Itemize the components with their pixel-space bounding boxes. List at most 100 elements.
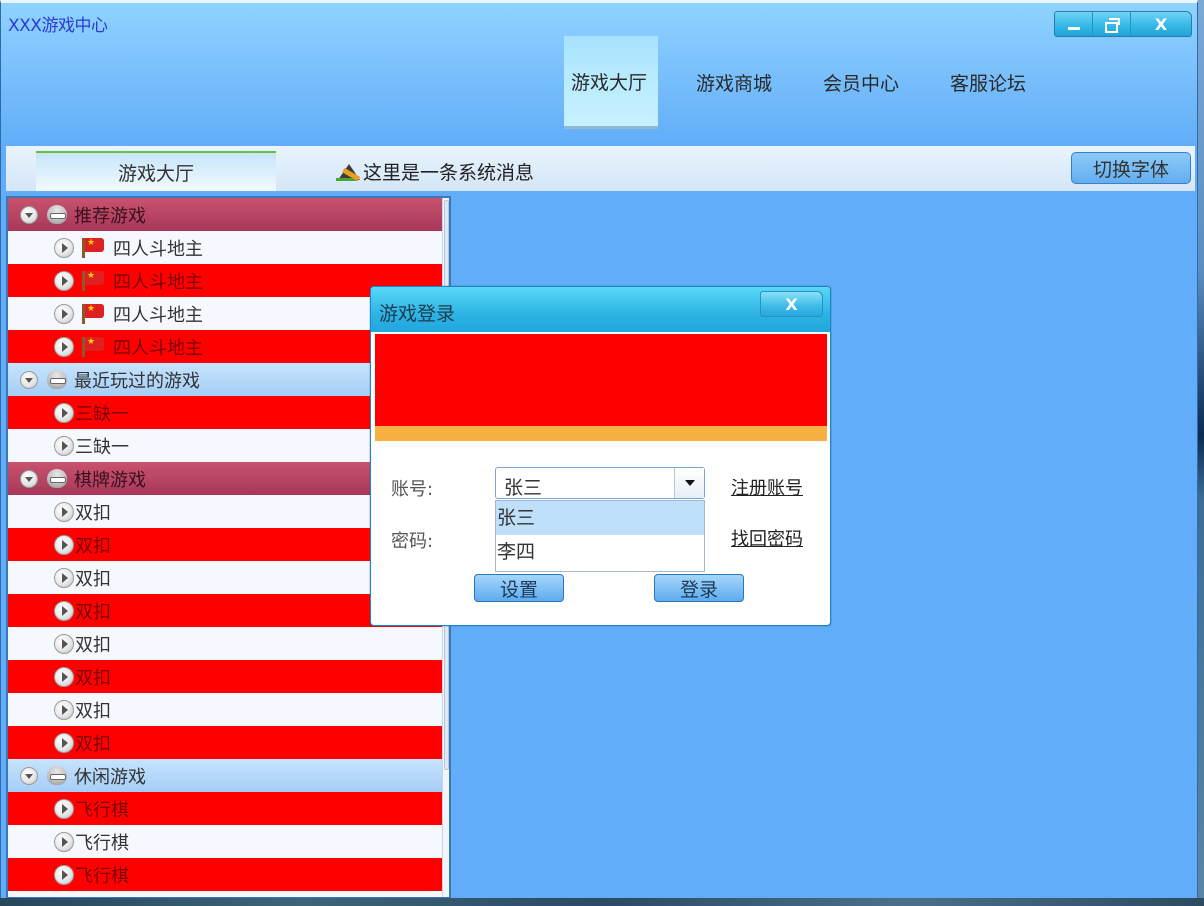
window-controls: X: [1054, 11, 1192, 37]
main-nav: 游戏大厅 游戏商城 会员中心 客服论坛: [564, 36, 1069, 129]
game-item[interactable]: 飞行棋: [8, 792, 442, 825]
flag-icon: [81, 237, 104, 258]
system-message-text: 这里是一条系统消息: [363, 162, 535, 184]
game-item[interactable]: 四人斗地主: [8, 231, 442, 264]
account-label: 账号:: [391, 479, 434, 500]
play-icon[interactable]: [54, 237, 74, 258]
dialog-title: 游戏登录: [379, 303, 456, 325]
dialog-banner: [375, 334, 827, 426]
play-icon[interactable]: [54, 600, 74, 621]
game-item-label: 四人斗地主: [113, 337, 203, 359]
settings-button[interactable]: 设置: [474, 574, 564, 602]
game-item-label: 三缺一: [75, 403, 129, 425]
game-item-label: 飞行棋: [75, 799, 129, 821]
login-dialog: 游戏登录 X 账号: 密码: 张三 张三 李四 注册账号 找回密码 设置 登录: [370, 286, 831, 626]
tree-group-label: 棋牌游戏: [74, 469, 146, 491]
password-label: 密码:: [391, 531, 434, 552]
play-icon[interactable]: [54, 435, 74, 456]
toolbar: 游戏大厅 这里是一条系统消息 切换字体: [6, 146, 1195, 191]
app-title: XXX游戏中心: [8, 16, 108, 36]
game-item-label: 双扣: [75, 601, 111, 623]
tree-group[interactable]: 推荐游戏: [8, 198, 442, 231]
play-icon[interactable]: [54, 336, 74, 357]
game-item-label: 双扣: [75, 733, 111, 755]
dialog-banner-strip: [375, 426, 827, 441]
game-item-label: 双扣: [75, 502, 111, 524]
play-icon[interactable]: [54, 501, 74, 522]
app-window: XXX游戏中心 X 游戏大厅 游戏商城 会员中心 客服论坛 游戏大厅 这里是一条系统消…: [0, 0, 1198, 902]
flag-icon: [81, 303, 104, 324]
game-item-label: 双扣: [75, 667, 111, 689]
flag-icon: [81, 270, 104, 291]
dialog-titlebar[interactable]: 游戏登录 X: [371, 287, 830, 332]
game-item-label: 三缺一: [75, 436, 129, 458]
game-item-label: 四人斗地主: [113, 238, 203, 260]
game-item[interactable]: 飞行棋: [8, 825, 442, 858]
login-button[interactable]: 登录: [654, 574, 744, 602]
close-icon: X: [785, 294, 798, 314]
play-icon[interactable]: [54, 798, 74, 819]
minimize-button[interactable]: [1055, 12, 1093, 36]
play-icon[interactable]: [54, 864, 74, 885]
dropdown-arrow-icon[interactable]: [674, 468, 704, 498]
play-icon[interactable]: [54, 567, 74, 588]
game-item-label: 双扣: [75, 568, 111, 590]
game-item[interactable]: 双扣: [8, 726, 442, 759]
dialog-close-button[interactable]: X: [760, 291, 823, 317]
switch-font-button[interactable]: 切换字体: [1071, 152, 1191, 184]
play-icon[interactable]: [54, 303, 74, 324]
play-icon[interactable]: [54, 831, 74, 852]
nav-item-1[interactable]: 游戏商城: [688, 36, 815, 129]
desktop-edge: [1198, 0, 1204, 906]
tree-group-label: 推荐游戏: [74, 205, 146, 227]
tree-group-label: 休闲游戏: [74, 766, 146, 788]
minimize-icon: [1067, 26, 1080, 30]
game-item-label: 飞行棋: [75, 865, 129, 887]
tab-game-lobby[interactable]: 游戏大厅: [36, 151, 276, 191]
game-item-label: 四人斗地主: [113, 271, 203, 293]
collapse-toggle-icon[interactable]: [20, 469, 38, 488]
game-item[interactable]: 飞行棋: [8, 858, 442, 891]
play-icon[interactable]: [54, 633, 74, 654]
restore-button[interactable]: [1093, 12, 1131, 36]
game-item-label: 双扣: [75, 634, 111, 656]
mascot-icon: [46, 468, 68, 489]
collapse-toggle-icon[interactable]: [20, 370, 38, 389]
dropdown-option[interactable]: 张三: [496, 501, 704, 535]
play-icon[interactable]: [54, 666, 74, 687]
flag-icon: [81, 336, 104, 357]
nav-item-0[interactable]: 游戏大厅: [564, 36, 658, 129]
game-item[interactable]: 双扣: [8, 660, 442, 693]
play-icon[interactable]: [54, 699, 74, 720]
game-item-label: 双扣: [75, 535, 111, 557]
tree-group[interactable]: 休闲游戏: [8, 759, 442, 792]
account-value[interactable]: 张三: [504, 473, 542, 500]
notice-icon: [336, 162, 362, 182]
close-button[interactable]: X: [1131, 12, 1191, 36]
play-icon[interactable]: [54, 732, 74, 753]
restore-icon: [1104, 18, 1120, 33]
close-icon: X: [1154, 14, 1168, 34]
mascot-icon: [46, 765, 68, 786]
collapse-toggle-icon[interactable]: [20, 205, 38, 224]
play-icon[interactable]: [54, 402, 74, 423]
game-item-label: 双扣: [75, 700, 111, 722]
game-item[interactable]: 双扣: [8, 627, 442, 660]
mascot-icon: [46, 369, 68, 390]
dropdown-option[interactable]: 李四: [496, 535, 704, 569]
game-item[interactable]: 双扣: [8, 693, 442, 726]
nav-item-2[interactable]: 会员中心: [815, 36, 942, 129]
account-dropdown-list: 张三 李四: [495, 500, 705, 572]
collapse-toggle-icon[interactable]: [20, 766, 38, 785]
play-icon[interactable]: [54, 534, 74, 555]
desktop-background: [0, 898, 1204, 906]
nav-item-3[interactable]: 客服论坛: [942, 36, 1069, 129]
mascot-icon: [46, 204, 68, 225]
system-message: 这里是一条系统消息: [336, 158, 534, 185]
account-combobox[interactable]: 张三: [495, 467, 705, 499]
recover-password-link[interactable]: 找回密码: [731, 525, 803, 551]
play-icon[interactable]: [54, 270, 74, 291]
register-account-link[interactable]: 注册账号: [731, 474, 803, 500]
game-item-label: 飞行棋: [75, 832, 129, 854]
game-item-label: 四人斗地主: [113, 304, 203, 326]
